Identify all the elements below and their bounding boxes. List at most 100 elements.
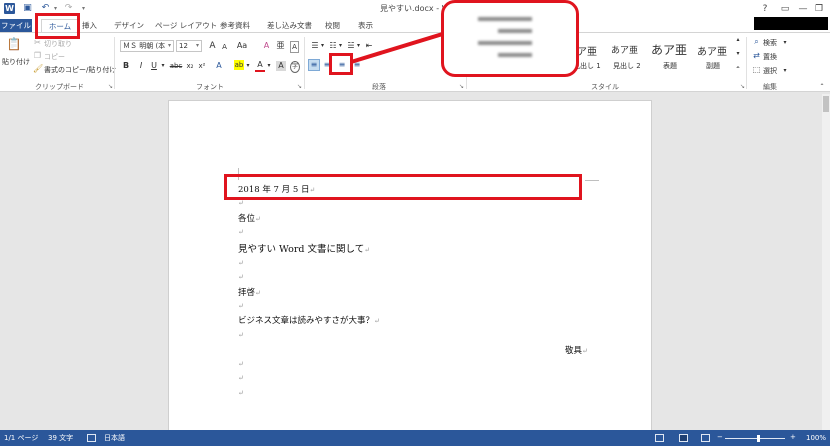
minimize-button[interactable]: — bbox=[796, 2, 810, 16]
underline-button[interactable]: U bbox=[150, 61, 158, 71]
character-shading-icon[interactable]: A bbox=[276, 61, 286, 71]
font-name-dropdown-icon[interactable]: ▾ bbox=[168, 42, 171, 49]
tab-view[interactable]: 表示 bbox=[358, 19, 373, 32]
tab-page-layout[interactable]: ページ レイアウト bbox=[155, 19, 217, 32]
change-case-button[interactable]: Aa bbox=[236, 41, 248, 51]
print-layout-icon[interactable] bbox=[679, 434, 688, 442]
save-icon[interactable]: ▣ bbox=[22, 3, 33, 14]
find-icon[interactable]: ⌕ bbox=[752, 37, 761, 47]
tab-mailings[interactable]: 差し込み文書 bbox=[267, 19, 312, 32]
zoom-slider-thumb[interactable] bbox=[757, 435, 760, 442]
replace-button[interactable]: 置換 bbox=[763, 52, 777, 62]
clear-formatting-button[interactable]: A bbox=[262, 41, 271, 51]
numbering-dropdown-icon[interactable]: ▾ bbox=[338, 41, 343, 51]
subject-line[interactable]: 見やすい Word 文書に関して↵ bbox=[238, 241, 370, 255]
select-dropdown-icon[interactable]: ▾ bbox=[782, 66, 788, 76]
word-count[interactable]: 39 文字 bbox=[48, 430, 73, 446]
recipient-line[interactable]: 各位↵ bbox=[238, 212, 261, 224]
zoom-out-button[interactable]: − bbox=[717, 429, 723, 445]
copy-button[interactable]: コピー bbox=[44, 52, 65, 62]
select-icon[interactable]: ⬚ bbox=[752, 65, 761, 75]
zoom-in-button[interactable]: + bbox=[790, 429, 796, 445]
find-dropdown-icon[interactable]: ▾ bbox=[782, 38, 788, 48]
bullets-icon[interactable]: ☰ bbox=[310, 41, 320, 51]
style-subtitle-preview[interactable]: あア亜 bbox=[697, 43, 727, 58]
highlight-dropdown-icon[interactable]: ▾ bbox=[245, 61, 251, 71]
zoom-callout bbox=[441, 0, 579, 77]
find-button[interactable]: 検索 bbox=[763, 38, 777, 48]
zoom-slider[interactable] bbox=[725, 438, 785, 439]
tab-review[interactable]: 校閲 bbox=[325, 19, 340, 32]
bullets-dropdown-icon[interactable]: ▾ bbox=[320, 41, 325, 51]
cut-button[interactable]: 切り取り bbox=[44, 39, 72, 49]
paragraph-mark: ↵ bbox=[255, 215, 261, 223]
font-color-dropdown-icon[interactable]: ▾ bbox=[266, 61, 272, 71]
styles-scroll-down-icon[interactable]: ▾ bbox=[734, 49, 742, 59]
style-title-preview[interactable]: あア亜 bbox=[651, 41, 687, 58]
read-mode-icon[interactable] bbox=[655, 434, 664, 442]
font-color-button[interactable]: A bbox=[255, 60, 265, 72]
font-size-dropdown-icon[interactable]: ▾ bbox=[196, 42, 199, 49]
paste-button[interactable]: 貼り付け bbox=[2, 57, 30, 67]
paragraph-launcher-icon[interactable]: ↘ bbox=[459, 83, 464, 90]
maximize-button[interactable]: ❐ bbox=[812, 2, 826, 16]
help-button[interactable]: ? bbox=[758, 2, 772, 16]
style-subtitle-name: 副題 bbox=[706, 62, 720, 70]
paste-icon[interactable]: 📋 bbox=[6, 37, 22, 51]
subscript-button[interactable]: x₂ bbox=[185, 61, 195, 71]
format-painter-button[interactable]: 書式のコピー/貼り付け bbox=[44, 65, 116, 75]
vertical-scrollbar[interactable] bbox=[822, 94, 830, 430]
styles-scroll-up-icon[interactable]: ▴ bbox=[734, 35, 742, 45]
select-button[interactable]: 選択 bbox=[763, 66, 777, 76]
ribbon-display-options-button[interactable]: ▭ bbox=[778, 2, 792, 16]
underline-dropdown-icon[interactable]: ▾ bbox=[160, 61, 166, 71]
numbering-icon[interactable]: ☷ bbox=[328, 41, 338, 51]
highlight-color-button[interactable]: ab bbox=[234, 60, 244, 70]
closing-line[interactable]: 敬具↵ bbox=[565, 344, 588, 356]
text-effects-button[interactable]: A bbox=[214, 61, 224, 71]
font-name-combo[interactable]: ＭＳ 明朝 (本 bbox=[120, 40, 174, 52]
replace-icon[interactable]: ⇄ bbox=[752, 51, 761, 61]
multilevel-list-icon[interactable]: ☱ bbox=[346, 41, 356, 51]
closing-text: 敬具 bbox=[565, 346, 583, 356]
zoom-level[interactable]: 100% bbox=[806, 430, 826, 446]
style-heading2-preview[interactable]: あア亜 bbox=[611, 43, 638, 56]
decrease-indent-icon[interactable]: ⇤ bbox=[364, 41, 374, 51]
close-button[interactable] bbox=[826, 2, 830, 16]
tab-file[interactable]: ファイル bbox=[0, 19, 32, 32]
bold-button[interactable]: B bbox=[122, 61, 130, 71]
format-painter-icon[interactable]: 🖌 bbox=[33, 64, 43, 74]
cut-icon[interactable]: ✂ bbox=[33, 38, 42, 48]
status-bar: 1/1 ページ 39 文字 日本語 − + 100% bbox=[0, 430, 830, 446]
page-count[interactable]: 1/1 ページ bbox=[4, 430, 38, 446]
align-left-button[interactable]: ≡ bbox=[308, 59, 320, 71]
customize-quick-access-icon[interactable]: ▾ bbox=[80, 3, 87, 14]
body-line[interactable]: ビジネス文章は読みやすさが大事？↵ bbox=[238, 314, 380, 326]
clipboard-launcher-icon[interactable]: ↘ bbox=[108, 83, 113, 90]
tab-insert[interactable]: 挿入 bbox=[82, 19, 97, 32]
copy-icon[interactable]: ❐ bbox=[33, 51, 42, 61]
tab-design[interactable]: デザイン bbox=[114, 19, 144, 32]
superscript-button[interactable]: x² bbox=[197, 61, 207, 71]
phonetic-guide-button[interactable]: 亜 bbox=[276, 41, 285, 51]
italic-button[interactable]: I bbox=[137, 61, 145, 71]
font-launcher-icon[interactable]: ↘ bbox=[297, 83, 302, 90]
align-right-zoom-line bbox=[478, 41, 532, 45]
scrollbar-thumb[interactable] bbox=[823, 96, 829, 112]
strikethrough-button[interactable]: abc bbox=[169, 61, 183, 71]
web-layout-icon[interactable] bbox=[701, 434, 710, 442]
language-indicator[interactable]: 日本語 bbox=[104, 430, 125, 446]
tab-references[interactable]: 参考資料 bbox=[220, 19, 250, 32]
enclose-character-button[interactable]: 字 bbox=[290, 61, 300, 73]
document-page[interactable]: 2018 年 7 月 5 日↵ ↵ 各位↵ ↵ 見やすい Word 文書に関して… bbox=[168, 100, 652, 446]
styles-more-icon[interactable]: ⩡ bbox=[734, 63, 742, 73]
opening-line[interactable]: 拝啓↵ bbox=[238, 286, 261, 298]
grow-font-button[interactable]: A bbox=[208, 41, 217, 51]
multilevel-dropdown-icon[interactable]: ▾ bbox=[356, 41, 361, 51]
styles-launcher-icon[interactable]: ↘ bbox=[740, 83, 745, 90]
shrink-font-button[interactable]: A bbox=[220, 42, 229, 52]
align-right-zoom-line bbox=[498, 29, 532, 33]
character-border-icon[interactable]: A bbox=[290, 41, 299, 53]
proofing-icon[interactable] bbox=[87, 434, 96, 442]
collapse-ribbon-icon[interactable]: ⌃ bbox=[818, 82, 826, 92]
